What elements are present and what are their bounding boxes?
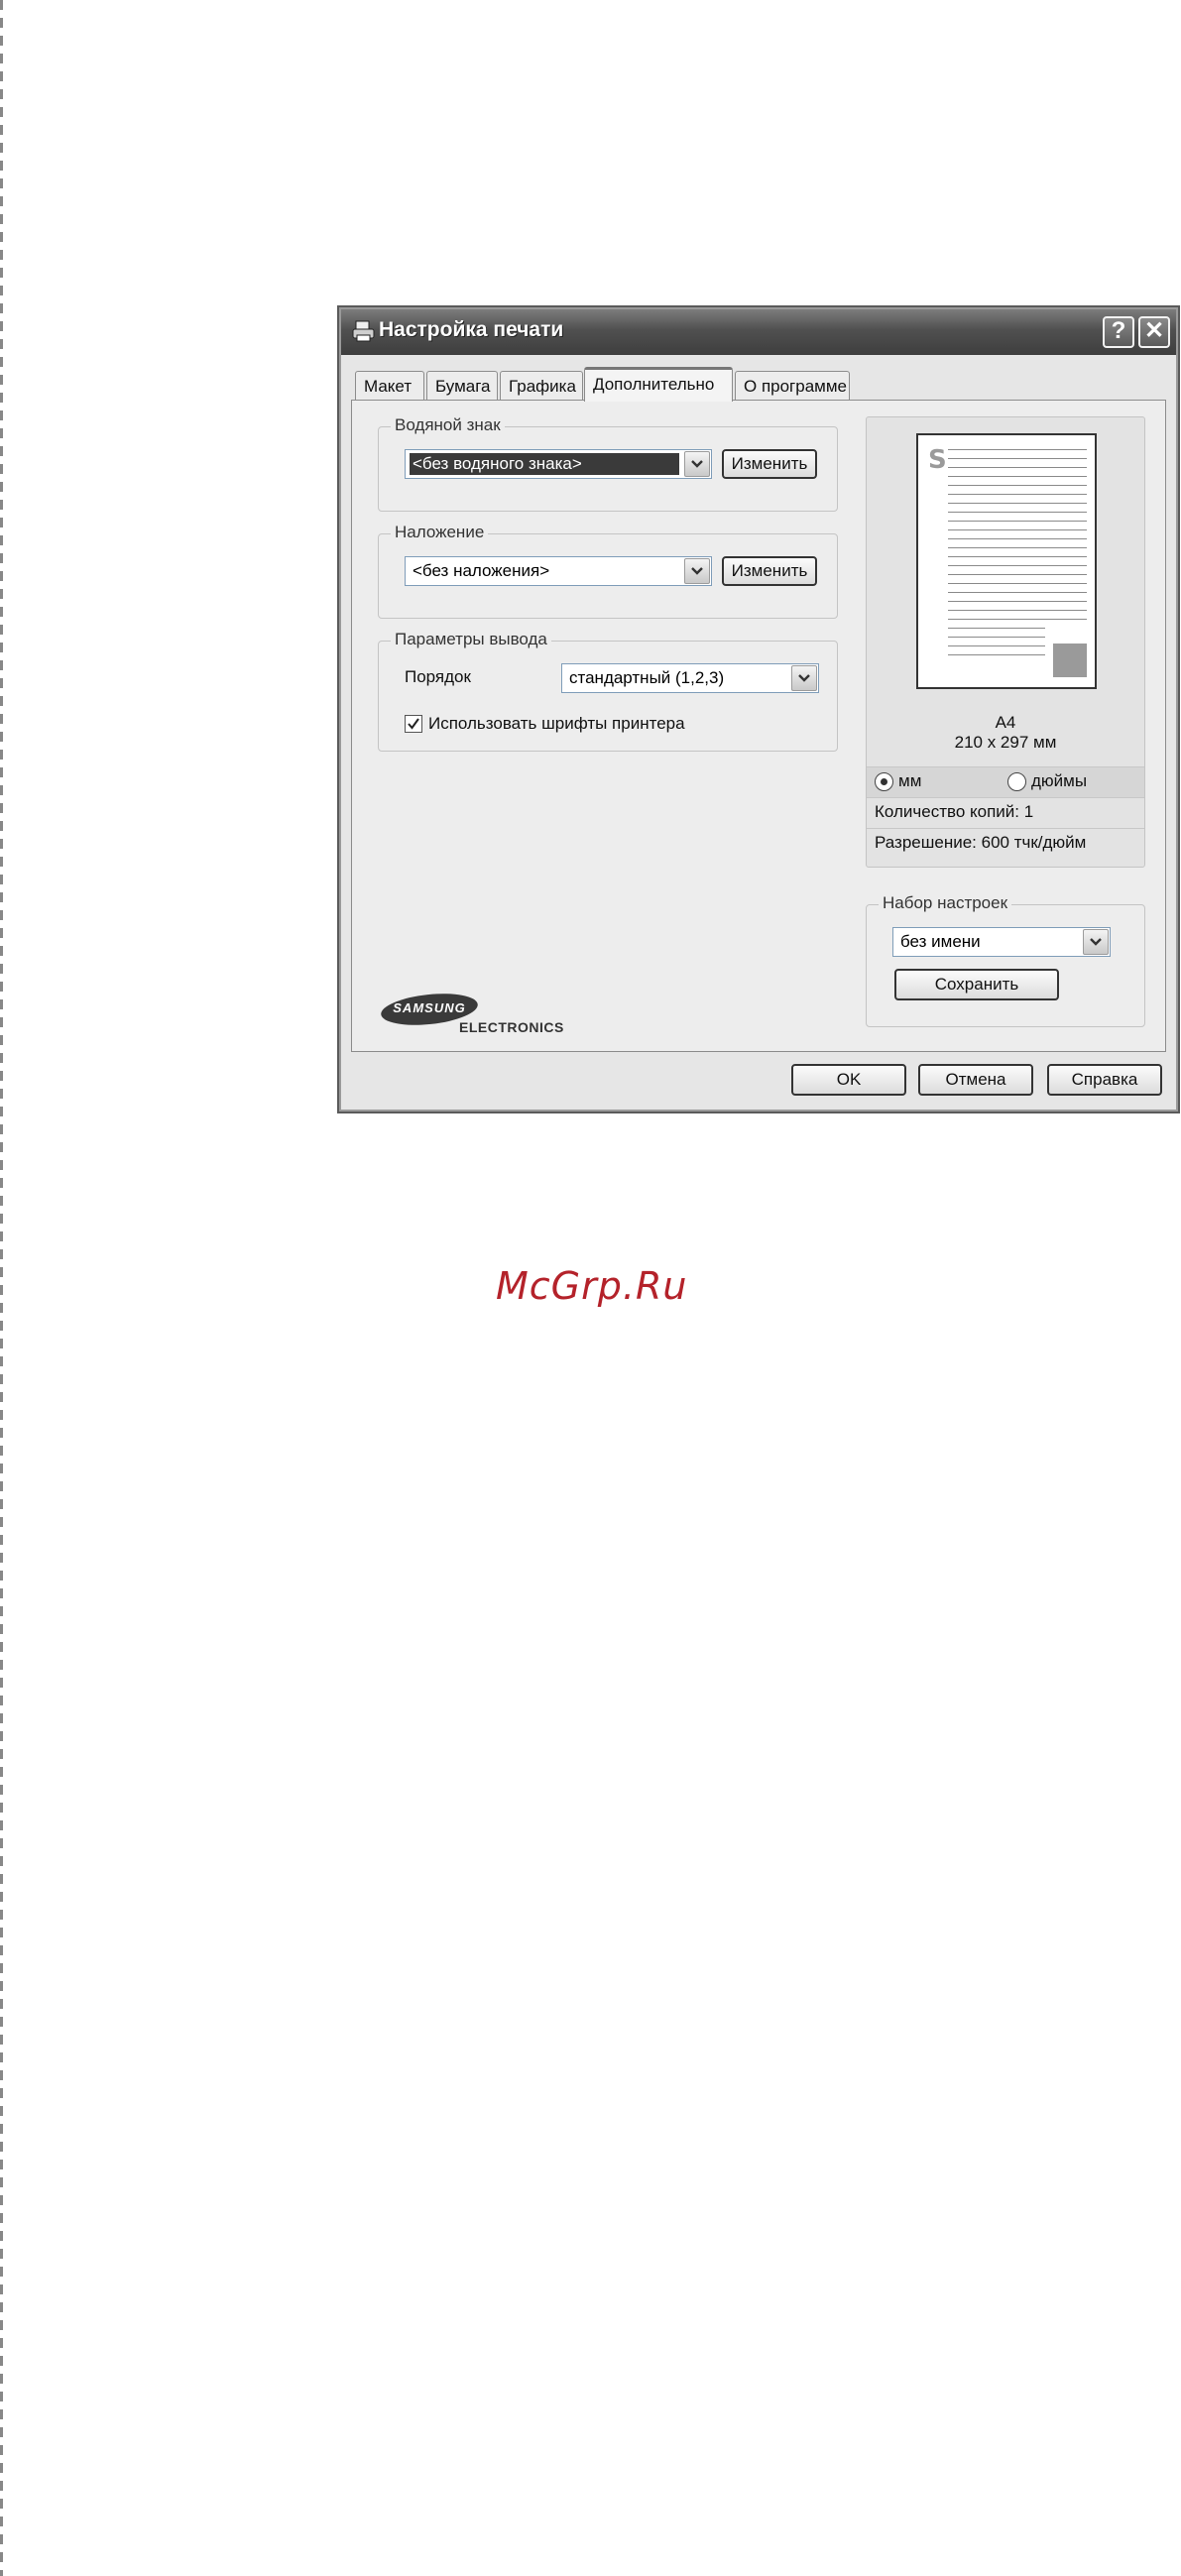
resolution-text: Разрешение: 600 тчк/дюйм — [875, 833, 1087, 852]
preview-text-line — [948, 476, 1087, 477]
order-select[interactable]: стандартный (1,2,3) — [561, 663, 819, 693]
preview-text-line — [948, 592, 1087, 593]
watermark-group: Водяной знак <без водяного знака> Измени… — [378, 415, 838, 512]
overlay-group: Наложение <без наложения> Изменить — [378, 523, 838, 619]
preview-text-line — [948, 547, 1087, 548]
help-button[interactable]: Справка — [1047, 1064, 1162, 1096]
preview-text-line — [948, 565, 1087, 566]
resolution-row: Разрешение: 600 тчк/дюйм — [867, 828, 1144, 859]
preview-text-line — [948, 449, 1087, 450]
preview-text-line — [948, 610, 1087, 611]
presets-select-value: без имени — [900, 932, 981, 951]
print-settings-dialog: Настройка печати ? ✕ Макет Бумага График… — [337, 305, 1180, 1113]
preview-text-line — [948, 538, 1087, 539]
cut-line — [0, 0, 3, 2576]
printer-icon — [352, 320, 375, 342]
tab-advanced[interactable]: Дополнительно — [584, 367, 733, 402]
presets-legend: Набор настроек — [879, 893, 1012, 913]
presets-select[interactable]: без имени — [892, 927, 1111, 957]
tab-about[interactable]: О программе — [735, 371, 850, 401]
units-row: мм дюймы — [867, 766, 1144, 797]
copies-text: Количество копий: 1 — [875, 802, 1034, 821]
check-icon — [408, 718, 419, 730]
preview-text-line — [948, 458, 1087, 459]
preview-text-line — [948, 556, 1087, 557]
overlay-select[interactable]: <без наложения> — [405, 556, 712, 586]
page-preview-panel: S A4 210 x 297 мм мм дюймы Количество ко… — [866, 416, 1145, 868]
preview-s-glyph: S — [928, 445, 947, 475]
tab-layout[interactable]: Макет — [355, 371, 424, 401]
output-options-legend: Параметры вывода — [391, 630, 551, 649]
tab-content: Водяной знак <без водяного знака> Измени… — [351, 400, 1166, 1052]
unit-inches-label[interactable]: дюймы — [1031, 771, 1087, 791]
overlay-select-value: <без наложения> — [413, 561, 550, 580]
printer-fonts-label[interactable]: Использовать шрифты принтера — [428, 714, 685, 734]
watermark-select[interactable]: <без водяного знака> — [405, 449, 712, 479]
close-button[interactable]: ✕ — [1138, 316, 1170, 348]
watermark-legend: Водяной знак — [391, 415, 505, 435]
output-options-group: Параметры вывода Порядок стандартный (1,… — [378, 630, 838, 752]
overlay-legend: Наложение — [391, 523, 489, 542]
samsung-logo: SAMSUNG ELECTRONICS — [380, 992, 563, 1037]
cancel-button[interactable]: Отмена — [918, 1064, 1033, 1096]
preview-text-line — [948, 628, 1045, 629]
page-preview: S — [916, 433, 1097, 689]
preview-text-line — [948, 601, 1087, 602]
watermark-edit-button[interactable]: Изменить — [722, 449, 817, 479]
preview-text-line — [948, 494, 1087, 495]
unit-mm-label[interactable]: мм — [898, 771, 921, 791]
paper-size: 210 x 297 мм — [954, 733, 1057, 752]
samsung-brand-text: SAMSUNG — [393, 1000, 466, 1015]
preview-text-line — [948, 503, 1087, 504]
preview-text-line — [948, 521, 1087, 522]
preview-text-line — [948, 583, 1087, 584]
window-title: Настройка печати — [379, 318, 564, 341]
save-preset-button[interactable]: Сохранить — [894, 969, 1059, 1000]
chevron-down-icon[interactable] — [791, 665, 817, 691]
presets-group: Набор настроек без имени Сохранить — [866, 893, 1145, 1027]
chevron-down-icon[interactable] — [684, 558, 710, 584]
preview-text-line — [948, 574, 1087, 575]
preview-block — [1053, 644, 1087, 677]
printer-fonts-checkbox[interactable] — [405, 715, 422, 733]
unit-mm-radio[interactable] — [875, 772, 893, 791]
preview-text-line — [948, 637, 1045, 638]
preview-text-line — [948, 529, 1087, 530]
preview-text-line — [948, 645, 1045, 646]
order-label: Порядок — [405, 667, 471, 686]
title-bar[interactable]: Настройка печати ? ✕ — [341, 309, 1176, 355]
preview-text-line — [948, 467, 1087, 468]
preview-text-line — [948, 485, 1087, 486]
unit-inches-radio[interactable] — [1007, 772, 1026, 791]
watermark-select-value: <без водяного знака> — [410, 453, 679, 475]
tab-graphics[interactable]: Графика — [500, 371, 583, 401]
chevron-down-icon[interactable] — [684, 451, 710, 477]
samsung-electronics-text: ELECTRONICS — [459, 1019, 564, 1035]
preview-text-line — [948, 619, 1087, 620]
tab-paper[interactable]: Бумага — [426, 371, 498, 401]
ok-button[interactable]: OK — [791, 1064, 906, 1096]
paper-name: A4 — [995, 713, 1016, 732]
help-title-button[interactable]: ? — [1103, 316, 1134, 348]
preview-text-line — [948, 654, 1045, 655]
order-select-value: стандартный (1,2,3) — [569, 668, 725, 687]
overlay-edit-button[interactable]: Изменить — [722, 556, 817, 586]
page-watermark: McGrp.Ru — [496, 1264, 688, 1308]
chevron-down-icon[interactable] — [1083, 929, 1109, 955]
preview-text-line — [948, 512, 1087, 513]
copies-row: Количество копий: 1 — [867, 797, 1144, 828]
